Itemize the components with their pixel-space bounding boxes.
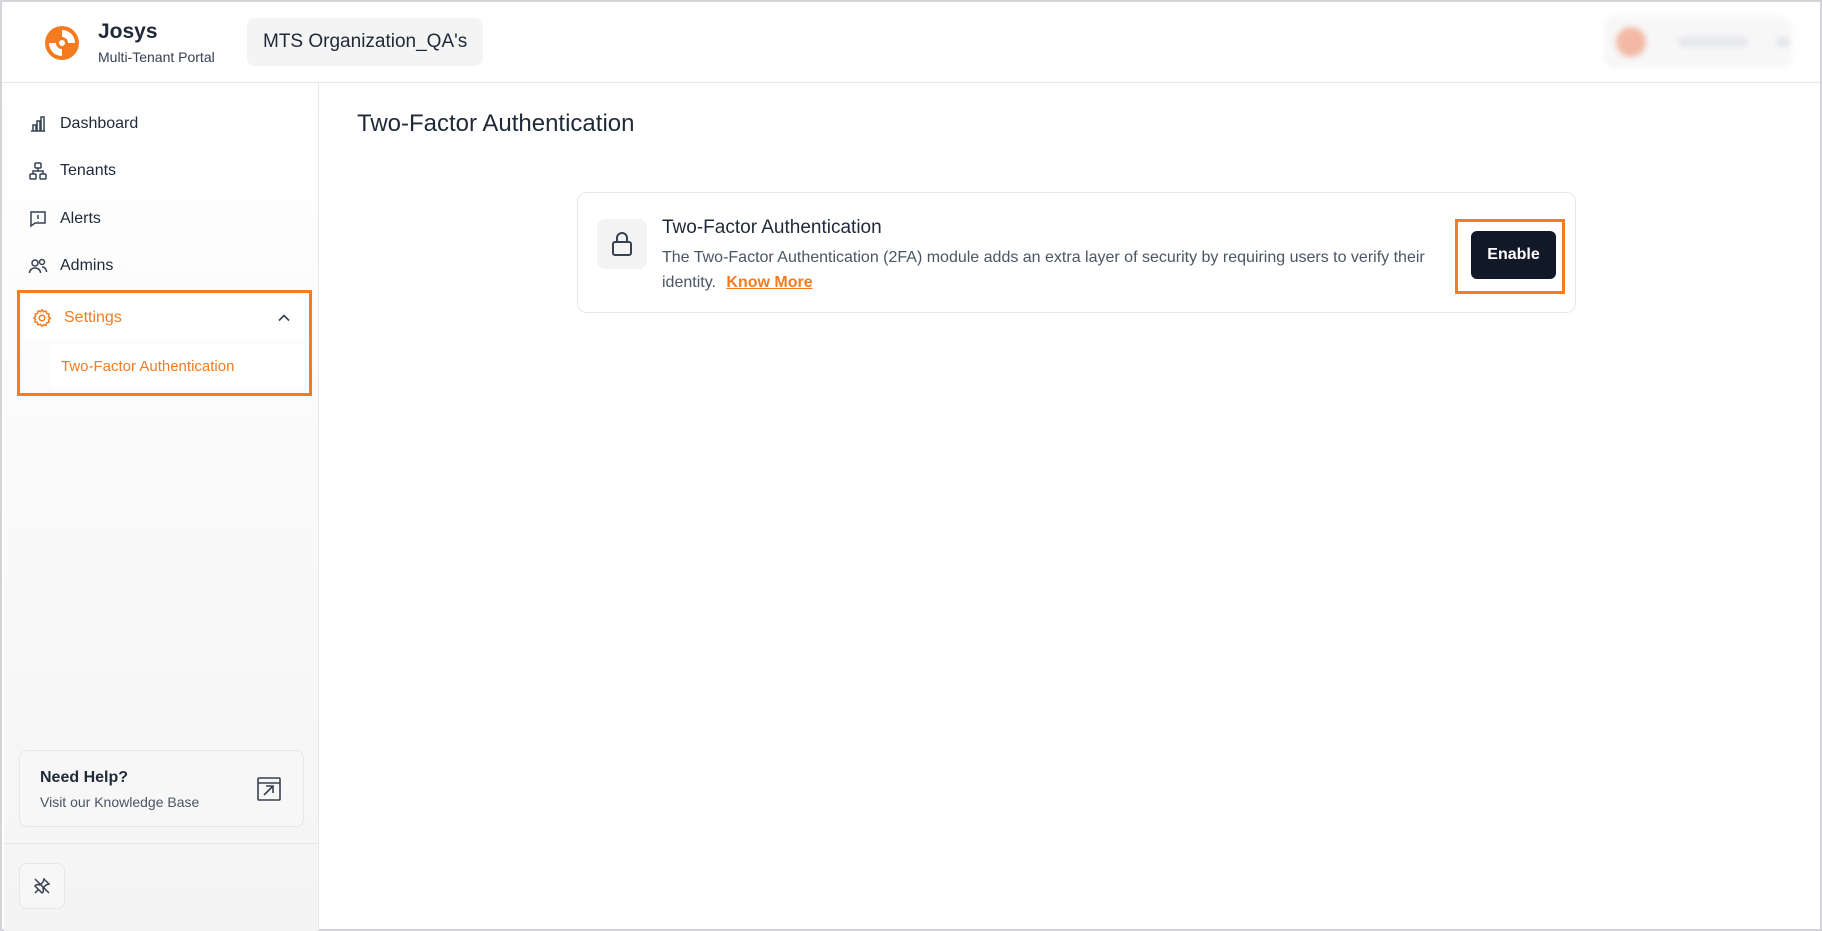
users-icon [28,256,48,276]
lock-icon-container [597,219,647,269]
chevron-up-icon[interactable] [275,309,293,327]
chevron-down-icon [1776,37,1790,47]
know-more-link[interactable]: Know More [726,274,812,291]
two-factor-card: Two-Factor Authentication The Two-Factor… [577,192,1576,313]
unpin-icon [33,877,51,895]
enable-button[interactable]: Enable [1471,231,1556,279]
card-title: Two-Factor Authentication [662,217,882,238]
sidebar-item-admins[interactable]: Admins [28,246,298,286]
message-alert-icon [28,209,48,229]
app-window: Josys Multi-Tenant Portal MTS Organizati… [0,0,1822,931]
sidebar: Dashboard Tenants Alerts Admins Settings… [4,83,319,931]
lock-icon [612,232,632,256]
sidebar-item-dashboard[interactable]: Dashboard [28,104,298,144]
sidebar-item-label: Settings [64,309,122,326]
top-header: Josys Multi-Tenant Portal MTS Organizati… [2,2,1820,83]
sidebar-divider [4,843,318,844]
help-subtitle: Visit our Knowledge Base [40,794,200,810]
page-title: Two-Factor Authentication [357,110,635,137]
sidebar-item-label: Tenants [60,162,117,179]
hierarchy-icon [28,161,48,181]
help-title: Need Help? [40,769,129,786]
sidebar-item-label: Dashboard [60,115,139,132]
sidebar-subitem-two-factor-authentication[interactable]: Two-Factor Authentication [49,344,305,388]
unpin-sidebar-button[interactable] [19,863,65,909]
sidebar-item-alerts[interactable]: Alerts [28,199,298,239]
user-menu[interactable] [1604,16,1792,68]
user-name-placeholder [1678,37,1748,47]
josys-logo-icon [45,25,79,60]
sidebar-item-label: Admins [60,257,114,274]
brand-subtitle: Multi-Tenant Portal [98,49,215,65]
brand-name: Josys [98,20,158,43]
gear-icon [32,308,52,328]
organization-selector[interactable]: MTS Organization_QA's [247,18,484,66]
enable-button-highlight: Enable [1455,219,1565,294]
avatar [1616,27,1646,57]
brand[interactable]: Josys Multi-Tenant Portal [42,20,215,65]
card-description: The Two-Factor Authentication (2FA) modu… [662,245,1442,295]
settings-group-highlight: Settings Two-Factor Authentication [17,290,312,396]
sidebar-item-tenants[interactable]: Tenants [28,151,298,191]
sidebar-item-settings[interactable]: Settings [24,297,305,339]
bar-chart-icon [28,114,48,134]
help-card[interactable]: Need Help? Visit our Knowledge Base [19,750,304,827]
external-link-icon [257,777,281,801]
sidebar-item-label: Alerts [60,210,101,227]
